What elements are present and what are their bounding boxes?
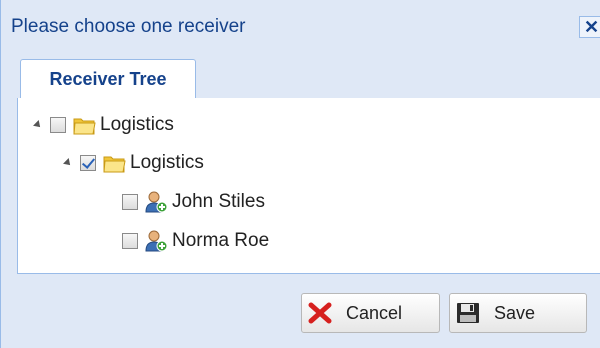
- expand-arrow-icon[interactable]: [33, 120, 43, 130]
- receiver-dialog: Please choose one receiver ✕ Receiver Tr…: [0, 0, 600, 348]
- close-button[interactable]: ✕: [579, 16, 600, 38]
- cancel-button[interactable]: Cancel: [301, 293, 440, 333]
- tree-checkbox[interactable]: [122, 194, 138, 210]
- tree-node-label: Logistics: [100, 114, 174, 135]
- save-button[interactable]: Save: [449, 293, 587, 333]
- tree-node-child[interactable]: Logistics: [63, 148, 204, 178]
- dialog-title: Please choose one receiver: [11, 16, 246, 37]
- save-button-label: Save: [494, 302, 536, 323]
- close-icon: ✕: [583, 17, 600, 37]
- cancel-button-label: Cancel: [346, 302, 403, 323]
- tree-node-leaf[interactable]: John Stiles: [122, 187, 265, 217]
- user-add-icon: [145, 191, 168, 213]
- cancel-x-icon: [308, 302, 332, 324]
- dialog-titlebar[interactable]: Please choose one receiver ✕: [1, 0, 600, 50]
- expand-arrow-icon[interactable]: [63, 158, 73, 168]
- tree-node-label: Norma Roe: [172, 230, 270, 251]
- floppy-disk-icon: [457, 303, 479, 323]
- folder-icon: [73, 118, 96, 135]
- tree-node-root[interactable]: Logistics: [33, 110, 174, 140]
- tree-checkbox-checked[interactable]: [80, 155, 96, 171]
- tab-strip: Receiver Tree: [17, 54, 600, 99]
- receiver-tree-panel: Logistics Logistics John Stiles Norma Ro…: [17, 98, 600, 274]
- tree-node-leaf[interactable]: Norma Roe: [122, 226, 269, 256]
- tab-receiver-tree[interactable]: Receiver Tree: [20, 59, 196, 99]
- tree-checkbox[interactable]: [122, 233, 138, 249]
- user-add-icon: [145, 230, 168, 252]
- tree-node-label: Logistics: [130, 152, 204, 173]
- folder-icon: [103, 156, 126, 173]
- tree-checkbox[interactable]: [50, 117, 66, 133]
- tree-node-label: John Stiles: [172, 191, 265, 212]
